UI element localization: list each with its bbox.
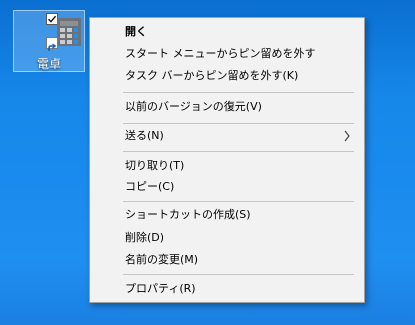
shortcut-arrow-icon bbox=[46, 37, 58, 51]
desktop-icon-label: 電卓 bbox=[36, 57, 61, 71]
menu-item-restore-previous-versions[interactable]: 以前のバージョンの復元(V) bbox=[92, 97, 362, 117]
menu-item-label: スタート メニューからピン留めを外す bbox=[125, 47, 316, 60]
menu-item-label: 切り取り(T) bbox=[125, 159, 185, 172]
menu-item-label: 開く bbox=[125, 25, 147, 38]
menu-item-label: ショートカットの作成(S) bbox=[125, 208, 251, 221]
menu-item-label: 送る(N) bbox=[125, 129, 164, 142]
menu-item-properties[interactable]: プロパティ(R) bbox=[92, 279, 362, 299]
menu-item-label: 以前のバージョンの復元(V) bbox=[125, 100, 262, 113]
chevron-right-icon bbox=[344, 130, 350, 142]
menu-item-delete[interactable]: 削除(D) bbox=[92, 228, 362, 248]
context-menu: 開く スタート メニューからピン留めを外す タスク バーからピン留めを外す(K)… bbox=[89, 17, 365, 303]
menu-item-label: 名前の変更(M) bbox=[125, 253, 199, 266]
menu-item-unpin-taskbar[interactable]: タスク バーからピン留めを外す(K) bbox=[92, 66, 362, 86]
menu-item-cut[interactable]: 切り取り(T) bbox=[92, 156, 362, 176]
menu-item-copy[interactable]: コピー(C) bbox=[92, 177, 362, 197]
desktop-icon-calculator[interactable]: 電卓 bbox=[13, 10, 85, 72]
menu-separator bbox=[123, 92, 354, 93]
menu-item-open[interactable]: 開く bbox=[92, 22, 362, 42]
desktop[interactable]: 電卓 開く スタート メニューからピン留めを外す タスク バーからピン留めを外す… bbox=[0, 0, 415, 325]
menu-item-create-shortcut[interactable]: ショートカットの作成(S) bbox=[92, 205, 362, 225]
menu-item-label: プロパティ(R) bbox=[125, 282, 196, 295]
menu-item-unpin-start[interactable]: スタート メニューからピン留めを外す bbox=[92, 44, 362, 64]
menu-separator bbox=[123, 151, 354, 152]
checkmark-icon bbox=[48, 15, 57, 23]
menu-item-send-to[interactable]: 送る(N) bbox=[92, 126, 362, 146]
menu-separator bbox=[123, 274, 354, 275]
menu-item-rename[interactable]: 名前の変更(M) bbox=[92, 250, 362, 270]
menu-separator bbox=[123, 123, 354, 124]
menu-item-label: タスク バーからピン留めを外す(K) bbox=[125, 69, 299, 82]
calculator-icon bbox=[57, 18, 81, 46]
menu-item-label: 削除(D) bbox=[125, 231, 165, 244]
menu-separator bbox=[123, 201, 354, 202]
menu-item-label: コピー(C) bbox=[125, 180, 175, 193]
